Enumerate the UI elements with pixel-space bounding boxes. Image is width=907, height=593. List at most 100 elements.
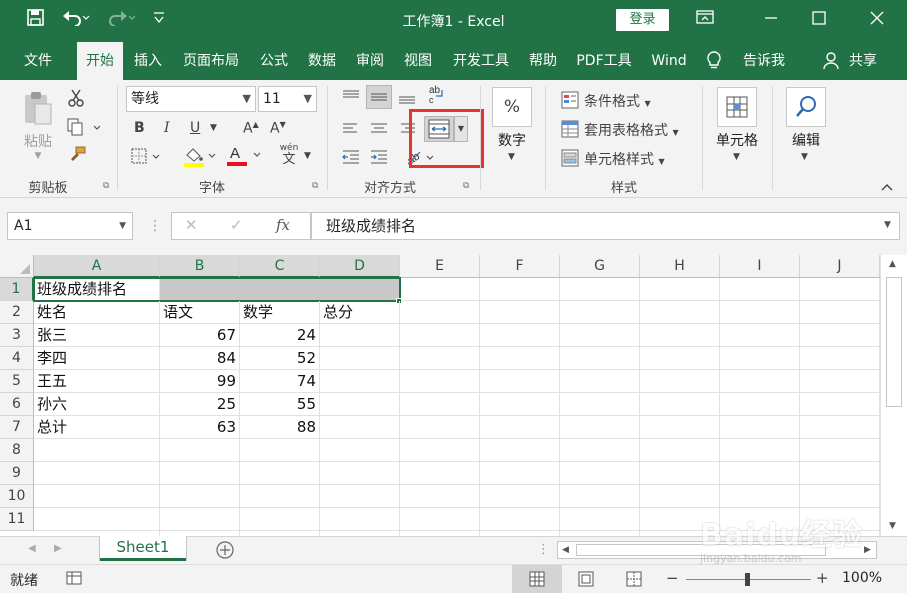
minimize-button[interactable] xyxy=(748,6,794,34)
align-top-icon[interactable] xyxy=(341,88,361,110)
alignment-launcher-icon[interactable]: ⧉ xyxy=(463,181,469,191)
cell-c2[interactable]: 数学 xyxy=(240,301,320,324)
row-header[interactable]: 3 xyxy=(0,324,34,347)
cell-c7[interactable]: 88 xyxy=(240,416,320,439)
phonetic-button[interactable]: wén 文 xyxy=(278,144,300,167)
align-bottom-icon[interactable] xyxy=(397,88,417,110)
fill-color-icon[interactable] xyxy=(183,146,219,172)
cell-b5[interactable]: 99 xyxy=(160,370,240,393)
login-button[interactable]: 登录 xyxy=(616,9,669,31)
font-name-field[interactable]: 等线 ▼ xyxy=(126,86,256,112)
formula-input[interactable]: 班级成绩排名 xyxy=(311,212,900,240)
cell-a7[interactable]: 总计 xyxy=(34,416,160,439)
cell-a5[interactable]: 王五 xyxy=(34,370,160,393)
row-header[interactable]: 5 xyxy=(0,370,34,393)
scroll-thumb[interactable] xyxy=(886,277,902,407)
column-header[interactable]: G xyxy=(560,255,640,278)
editing-button[interactable]: 编辑 xyxy=(784,130,828,150)
border-icon[interactable] xyxy=(131,148,161,170)
tab-pdf-tools[interactable]: PDF工具 xyxy=(571,42,637,80)
decrease-indent-icon[interactable] xyxy=(341,148,361,170)
vertical-scrollbar[interactable]: ▲ ▼ xyxy=(880,255,907,536)
cells-button[interactable]: 单元格 xyxy=(710,130,764,150)
clipboard-launcher-icon[interactable]: ⧉ xyxy=(103,181,109,191)
zoom-out-button[interactable]: − xyxy=(666,569,679,587)
tab-developer[interactable]: 开发工具 xyxy=(446,42,516,80)
format-painter-icon[interactable] xyxy=(68,146,86,168)
editing-dropdown-icon[interactable]: ▼ xyxy=(801,152,808,162)
normal-view-icon[interactable] xyxy=(512,565,562,593)
chevron-down-icon[interactable]: ▼ xyxy=(304,87,312,111)
row-header[interactable]: 8 xyxy=(0,439,34,462)
scroll-left-icon[interactable]: ◀ xyxy=(562,545,569,555)
column-header[interactable]: A xyxy=(34,255,160,278)
collapse-ribbon-icon[interactable] xyxy=(880,180,894,196)
sheet-tab[interactable]: Sheet1 xyxy=(100,536,186,561)
close-button[interactable] xyxy=(854,6,900,34)
copy-icon[interactable] xyxy=(67,118,101,140)
row-header[interactable]: 4 xyxy=(0,347,34,370)
tab-home[interactable]: 开始 xyxy=(77,42,123,80)
scroll-up-icon[interactable]: ▲ xyxy=(889,259,896,269)
paste-dropdown-icon[interactable]: ▼ xyxy=(33,151,43,161)
font-size-field[interactable]: 11 ▼ xyxy=(258,86,317,112)
phonetic-dropdown-icon[interactable]: ▼ xyxy=(304,151,311,161)
wrap-text-icon[interactable]: ab c xyxy=(428,84,448,112)
increase-indent-icon[interactable] xyxy=(369,148,389,170)
tab-insert[interactable]: 插入 xyxy=(128,42,168,80)
select-all-corner[interactable] xyxy=(0,255,34,278)
format-as-table-button[interactable]: 套用表格格式 ▼ xyxy=(584,120,679,140)
cell-c3[interactable]: 24 xyxy=(240,324,320,347)
conditional-format-button[interactable]: 条件格式 ▼ xyxy=(584,91,651,111)
cell-b3[interactable]: 67 xyxy=(160,324,240,347)
number-format-icon[interactable]: % xyxy=(492,87,532,127)
chevron-down-icon[interactable]: ▼ xyxy=(243,87,251,111)
cells-icon[interactable] xyxy=(717,87,757,127)
row-header[interactable]: 2 xyxy=(0,301,34,324)
tab-tell-me[interactable]: 告诉我 xyxy=(736,42,792,80)
column-header[interactable]: E xyxy=(400,255,480,278)
cell-a3[interactable]: 张三 xyxy=(34,324,160,347)
cell-a6[interactable]: 孙六 xyxy=(34,393,160,416)
increase-font-button[interactable]: A▲ xyxy=(243,120,259,137)
font-color-icon[interactable]: A xyxy=(226,144,264,172)
cell-b4[interactable]: 84 xyxy=(160,347,240,370)
scroll-down-icon[interactable]: ▼ xyxy=(889,521,896,531)
underline-button[interactable]: U xyxy=(190,120,200,136)
ribbon-display-icon[interactable] xyxy=(682,6,728,34)
tab-view[interactable]: 视图 xyxy=(398,42,438,80)
cell-b2[interactable]: 语文 xyxy=(160,301,240,324)
row-header[interactable]: 6 xyxy=(0,393,34,416)
align-left-icon[interactable] xyxy=(341,120,361,142)
column-header[interactable]: F xyxy=(480,255,560,278)
cell-d2[interactable]: 总分 xyxy=(320,301,400,324)
worksheet-grid[interactable]: A B C D E F G H I J 1 2 3 4 5 6 7 8 9 10… xyxy=(0,255,880,536)
split-grip-icon[interactable]: ⋮ xyxy=(537,542,550,557)
cell-a4[interactable]: 李四 xyxy=(34,347,160,370)
column-header[interactable]: J xyxy=(800,255,880,278)
cancel-icon[interactable]: ✕ xyxy=(185,216,198,234)
page-layout-view-icon[interactable] xyxy=(578,571,594,591)
cell-a2[interactable]: 姓名 xyxy=(34,301,160,324)
cut-icon[interactable] xyxy=(67,89,85,111)
tab-help[interactable]: 帮助 xyxy=(523,42,563,80)
cells-dropdown-icon[interactable]: ▼ xyxy=(733,152,740,162)
column-header[interactable]: B xyxy=(160,255,240,278)
cell-styles-icon[interactable] xyxy=(561,149,579,171)
search-icon[interactable] xyxy=(786,87,826,127)
cell-c6[interactable]: 55 xyxy=(240,393,320,416)
enter-icon[interactable]: ✓ xyxy=(230,216,243,234)
underline-dropdown-icon[interactable]: ▼ xyxy=(210,123,217,133)
prev-sheet-icon[interactable]: ◀ xyxy=(28,543,36,554)
cell-c5[interactable]: 74 xyxy=(240,370,320,393)
format-as-table-icon[interactable] xyxy=(561,120,579,142)
tab-wind[interactable]: Wind xyxy=(645,42,693,80)
page-break-view-icon[interactable] xyxy=(626,571,642,591)
lightbulb-icon[interactable] xyxy=(706,42,722,80)
tab-file[interactable]: 文件 xyxy=(12,42,64,80)
cell-b7[interactable]: 63 xyxy=(160,416,240,439)
number-dropdown-icon[interactable]: ▼ xyxy=(508,152,515,162)
paste-icon[interactable] xyxy=(22,90,54,126)
cell-styles-button[interactable]: 单元格样式 ▼ xyxy=(584,149,665,169)
insert-function-button[interactable]: fx xyxy=(276,216,290,234)
